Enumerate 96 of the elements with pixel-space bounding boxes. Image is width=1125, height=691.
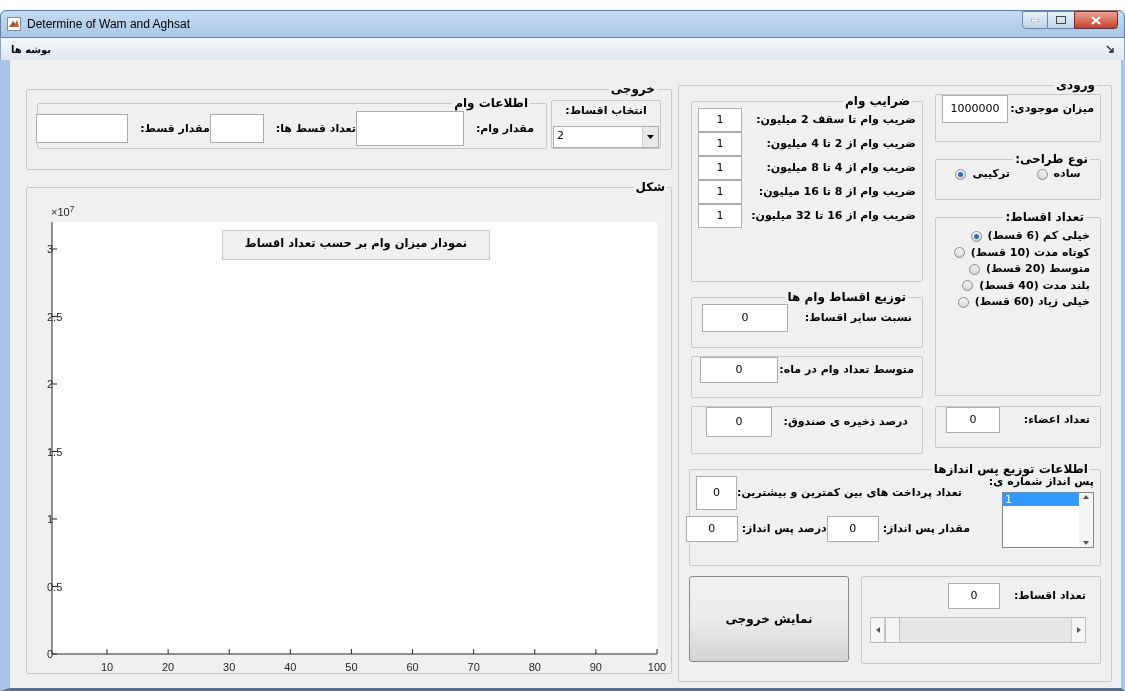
arrow-right-icon[interactable] [1071,618,1085,642]
field-label: مقدار وام: [475,120,534,137]
text-field[interactable]: 0 [826,516,879,542]
tick-label: 80 [528,661,541,673]
radio-label: ساده [1053,167,1081,182]
dropdown[interactable]: 2 [553,125,659,148]
panel-title: توزیع اقساط وام ها [786,290,907,304]
field-label: تعداد پرداخت های بین کمترین و بیشترین: [737,484,962,501]
text-field[interactable] [355,111,464,147]
field-label: درصد پس انداز: [741,520,827,537]
caret-icon[interactable] [642,126,658,147]
tick-label: 3 [47,243,54,255]
panel-title: نوع طراحی: [1014,152,1089,166]
field-label: نسبت سایر اقساط: [804,309,912,326]
dropdown-label: انتخاب اقساط: [565,103,647,119]
text-field[interactable]: 0 [696,476,738,510]
text-field[interactable]: 1 [698,204,742,228]
text-field[interactable]: 1 [698,180,742,204]
field-label: درصد ذخیره ی صندوق: [783,413,908,430]
field-label: متوسط تعداد وام در ماه: [779,361,914,378]
radio-button[interactable] [953,247,965,259]
tick-label: 100 [647,661,667,673]
tick-label: 90 [589,661,602,673]
minimize-icon[interactable] [1031,18,1039,22]
radio-label: ترکیبی [972,166,1010,182]
radio-label: کوتاه مدت (10 قسط) [970,244,1090,261]
field-label: تعداد قسط ها: [275,120,356,137]
text-field[interactable]: 1 [698,156,742,180]
text-field[interactable]: 0 [947,583,1000,609]
tick-label: 30 [223,661,236,673]
tick-label: 0.5 [47,580,63,593]
close-button[interactable] [1074,11,1118,29]
tick-label: 1.5 [47,445,63,458]
text-field[interactable] [36,114,129,144]
slider-thumb[interactable] [885,618,900,642]
radio-label: متوسط (20 قسط) [986,261,1090,277]
radio-button[interactable] [969,263,980,275]
plot-title: نمودار میزان وام بر حسب تعداد اقساط [222,230,490,260]
panel-title: اطلاعات توزیع پس اندازها [932,462,1089,476]
field-label: ضریب وام از 8 تا 16 میلیون: [758,183,916,200]
text-field[interactable]: 1 [698,108,742,132]
radio-button[interactable] [962,280,974,292]
scrollbar[interactable] [1079,493,1093,547]
text-field[interactable]: 1000000 [942,95,1008,123]
radio-button[interactable] [957,296,969,308]
tick-label: 2.5 [47,310,63,323]
radio-label: خیلی کم (6 قسط) [987,228,1090,244]
panel-title: اطلاعات وام [453,96,529,110]
scroll-down-icon[interactable] [1083,541,1089,545]
text-field[interactable]: 0 [702,304,788,332]
tick-label: 60 [406,661,419,673]
text-field[interactable]: 0 [946,407,1000,433]
tick-label: 2 [47,378,54,390]
window-title: Determine of Wam and Aghsat [27,16,190,33]
axis-multiplier: ×10$^{7}$ [51,204,75,220]
tick-label: 50 [345,661,358,673]
panel-title: شکل [634,180,666,194]
tick-label: 40 [284,661,297,673]
field-label: میزان موجودی: [1010,100,1094,117]
radio-label: بلند مدت (40 قسط) [979,277,1090,294]
show-output-button[interactable]: نمایش خروجی [689,576,849,662]
text-field[interactable]: 0 [706,407,772,437]
tick-label: 0 [47,648,54,660]
tick-label: 20 [162,661,175,673]
text-field[interactable] [209,114,264,144]
field-label: ضریب وام از 4 تا 8 میلیون: [766,159,916,176]
expand-icon[interactable] [1106,45,1114,53]
maximize-icon[interactable] [1056,16,1066,24]
close-icon[interactable] [1091,15,1101,25]
scroll-up-icon[interactable] [1083,495,1089,499]
field-label: مقدار قسط: [140,120,210,137]
radio-button[interactable] [1036,168,1048,180]
radio-button[interactable] [955,168,967,180]
field-label: ضریب وام از 16 تا 32 میلیون: [751,207,916,224]
panel-title: ورودی [1055,78,1096,92]
field-label: مقدار پس انداز: [882,520,970,537]
app-icon [7,17,21,31]
radio-button[interactable] [970,230,982,242]
tick-label: 70 [467,661,480,673]
radio-label: خیلی زیاد (60 قسط) [974,294,1090,310]
field-label: تعداد اعضاء: [1023,411,1090,428]
panel-title: خروجی [609,82,656,96]
panel-title: تعداد اقساط: [1004,210,1085,224]
tick-label: 1 [47,513,54,525]
arrow-left-icon[interactable] [871,618,885,642]
panel-title: ضرایب وام [844,94,911,108]
field-label: ضریب وام از 2 تا 4 میلیون: [766,135,916,152]
maximize-button[interactable] [1048,11,1074,29]
text-field[interactable]: 0 [685,516,738,542]
tick-label: 10 [100,661,114,673]
text-field[interactable]: 0 [700,357,778,383]
field-label: تعداد اقساط: [1013,587,1086,604]
menu-item[interactable]: بوشه ها [11,41,52,57]
field-label: ضریب وام تا سقف 2 میلیون: [756,111,916,128]
text-field[interactable]: 1 [698,132,742,156]
list-label: پس انداز شماره ی: [988,476,1094,488]
